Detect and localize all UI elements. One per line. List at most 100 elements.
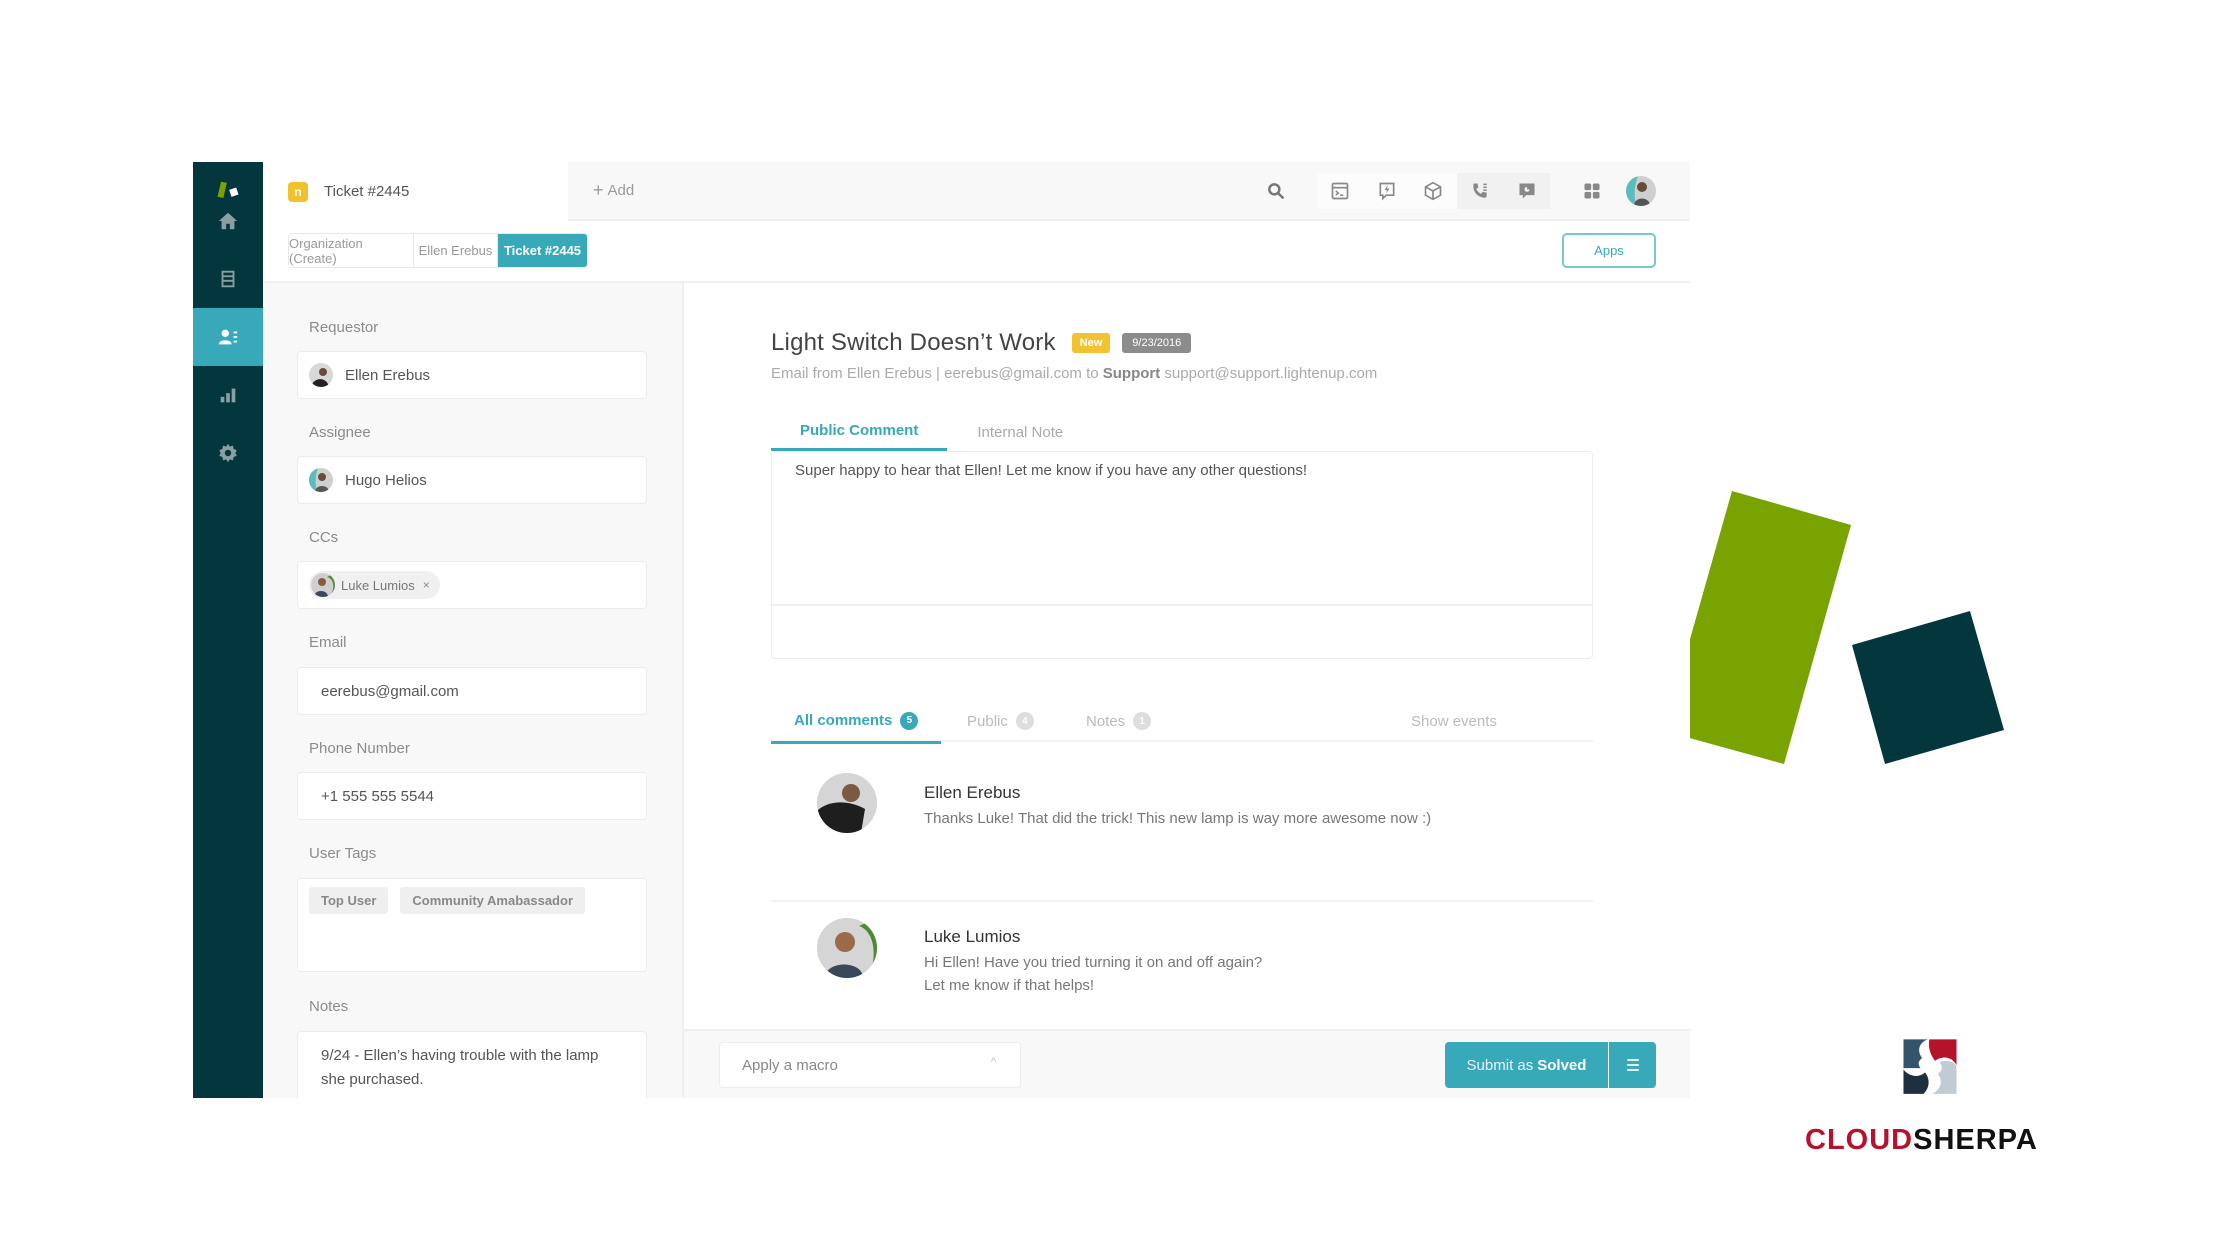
requestor-label: Requestor — [309, 319, 379, 336]
ticket-meta: Email from Ellen Erebus | eerebus@gmail.… — [771, 365, 1377, 382]
comment-avatar — [817, 773, 877, 833]
reply-text: Super happy to hear that Ellen! Let me k… — [795, 462, 1307, 479]
tab-internal-note[interactable]: Internal Note — [947, 413, 1093, 451]
count-badge: 1 — [1133, 712, 1152, 730]
ticket-footer: Apply a macro ^ Submit as Solved — [684, 1029, 1690, 1098]
submit-prefix: Submit as — [1466, 1056, 1534, 1074]
reply-editor[interactable]: Super happy to hear that Ellen! Let me k… — [771, 451, 1593, 659]
reply-toolbar-divider — [772, 604, 1592, 606]
sidebar-item-reporting[interactable] — [193, 366, 263, 424]
sidebar-item-views[interactable] — [193, 250, 263, 308]
tab-ticket-2445[interactable]: Ticket #2445 — [498, 234, 587, 267]
filter-label: Public — [967, 712, 1008, 730]
filter-all-comments[interactable]: All comments 5 — [771, 700, 942, 744]
lightning-chat-icon — [1379, 182, 1395, 201]
user-avatar[interactable] — [1626, 176, 1656, 206]
ticket-status-badge: n — [288, 181, 308, 202]
tab-public-comment[interactable]: Public Comment — [771, 413, 948, 451]
phone-icon — [1473, 183, 1487, 198]
phone-field[interactable]: +1 555 555 5544 — [297, 772, 647, 820]
cloudsherpa-logo-icon — [1903, 1039, 1957, 1094]
deco-green-rectangle — [1664, 491, 1851, 764]
apps-grid-button[interactable] — [1580, 179, 1604, 203]
add-button[interactable]: + Add — [593, 162, 634, 219]
tag-chip[interactable]: Top User — [309, 887, 389, 914]
comment-avatar — [817, 918, 877, 978]
user-tags-field[interactable]: Top User Community Amabassador — [297, 878, 647, 972]
remove-cc-icon[interactable]: × — [423, 578, 430, 592]
comment-body: Hi Ellen! Have you tried turning it on a… — [924, 954, 1263, 971]
cc-avatar — [311, 573, 335, 597]
ticket-properties-panel: Requestor Ellen Erebus Assignee Hugo Hel… — [263, 283, 684, 1098]
phone-button[interactable] — [1456, 173, 1504, 209]
apps-button[interactable]: Apps — [1562, 233, 1656, 268]
submit-options-button[interactable] — [1609, 1042, 1656, 1088]
chat-icon — [1519, 183, 1535, 199]
search-icon — [1268, 183, 1284, 199]
phone-label: Phone Number — [309, 740, 410, 757]
user-avatar-image — [1626, 176, 1656, 206]
cc-chip[interactable]: Luke Lumios × — [309, 571, 440, 599]
search-button[interactable] — [1264, 179, 1288, 203]
notes-field[interactable]: 9/24 - Ellen’s having trouble with the l… — [297, 1031, 647, 1098]
ticket-header-label: Ticket #2445 — [324, 183, 410, 200]
comment-body: Thanks Luke! That did the trick! This ne… — [924, 810, 1432, 827]
sidebar-item-admin[interactable] — [193, 424, 263, 482]
apply-macro-select[interactable]: Apply a macro ^ — [719, 1042, 1021, 1088]
meta-prefix: Email from Ellen Erebus | eerebus@gmail.… — [771, 365, 1103, 382]
comment-body: Let me know if that helps! — [924, 977, 1095, 994]
ticket-header-tab[interactable]: n Ticket #2445 — [263, 162, 568, 221]
sidebar-item-home[interactable] — [193, 192, 263, 250]
deco-dark-square — [1852, 611, 2004, 764]
assignee-label: Assignee — [309, 424, 371, 441]
requestor-field[interactable]: Ellen Erebus — [297, 351, 647, 399]
brand-word-cloud: CLOUD — [1805, 1124, 1914, 1156]
customers-icon — [218, 329, 238, 345]
plus-icon: + — [593, 180, 604, 200]
apps-grid-icon — [1584, 183, 1600, 199]
sidebar-item-customers[interactable] — [193, 308, 263, 366]
filter-notes[interactable]: Notes 1 — [1086, 700, 1152, 742]
comment-filter-tabs: All comments 5 Public 4 Notes 1 Show events — [771, 700, 1593, 744]
comment-author: Luke Lumios — [924, 927, 1021, 946]
ticket-main: Light Switch Doesn’t Work New 9/23/2016 … — [684, 283, 1690, 1098]
gear-icon — [219, 443, 237, 463]
sidebar — [193, 162, 263, 1098]
macro-placeholder: Apply a macro — [742, 1056, 838, 1074]
requestor-avatar — [309, 363, 333, 387]
bar-chart-icon — [220, 388, 236, 403]
ccs-field[interactable]: Luke Lumios × — [297, 561, 647, 609]
reply-tabs: Public Comment Internal Note — [771, 413, 1593, 451]
header-toolbar: + Add — [568, 162, 1690, 221]
nav-tabs: Organization (Create) Ellen Erebus Ticke… — [288, 233, 588, 268]
tab-ellen-erebus[interactable]: Ellen Erebus — [414, 234, 498, 267]
cloudsherpa-wordmark: CLOUDSHERPA — [1805, 1124, 2038, 1157]
talk-button[interactable] — [1364, 173, 1411, 209]
chat-button[interactable] — [1503, 173, 1550, 209]
cc-name: Luke Lumios — [341, 577, 415, 593]
comment-author: Ellen Erebus — [924, 783, 1021, 802]
product-button[interactable] — [1410, 173, 1457, 209]
assignee-name: Hugo Helios — [345, 471, 427, 489]
assignee-field[interactable]: Hugo Helios — [297, 456, 647, 504]
tab-organization-create[interactable]: Organization (Create) — [289, 234, 414, 267]
submit-button[interactable]: Submit as Solved — [1445, 1042, 1608, 1088]
filter-public[interactable]: Public 4 — [967, 700, 1034, 742]
filter-label: Notes — [1086, 712, 1126, 730]
requestor-name: Ellen Erebus — [345, 366, 431, 384]
tag-chip[interactable]: Community Amabassador — [400, 887, 585, 914]
add-label: Add — [607, 182, 635, 199]
product-box-icon — [1425, 181, 1442, 201]
date-badge: 9/23/2016 — [1122, 333, 1192, 353]
home-icon — [218, 212, 238, 230]
brand-word-sherpa: SHERPA — [1913, 1124, 2038, 1156]
user-tags-label: User Tags — [309, 845, 377, 862]
meta-suffix: support@support.lightenup.com — [1160, 365, 1378, 382]
status-badge: New — [1071, 333, 1111, 353]
zendesk-app-window: n Ticket #2445 + Add Organization (Creat… — [193, 162, 1690, 1098]
console-button[interactable] — [1317, 173, 1364, 209]
show-events-link[interactable]: Show events — [1411, 700, 1497, 742]
comment-divider — [771, 900, 1593, 902]
email-field[interactable]: eerebus@gmail.com — [297, 667, 647, 715]
meta-recipient-name: Support — [1102, 365, 1161, 382]
